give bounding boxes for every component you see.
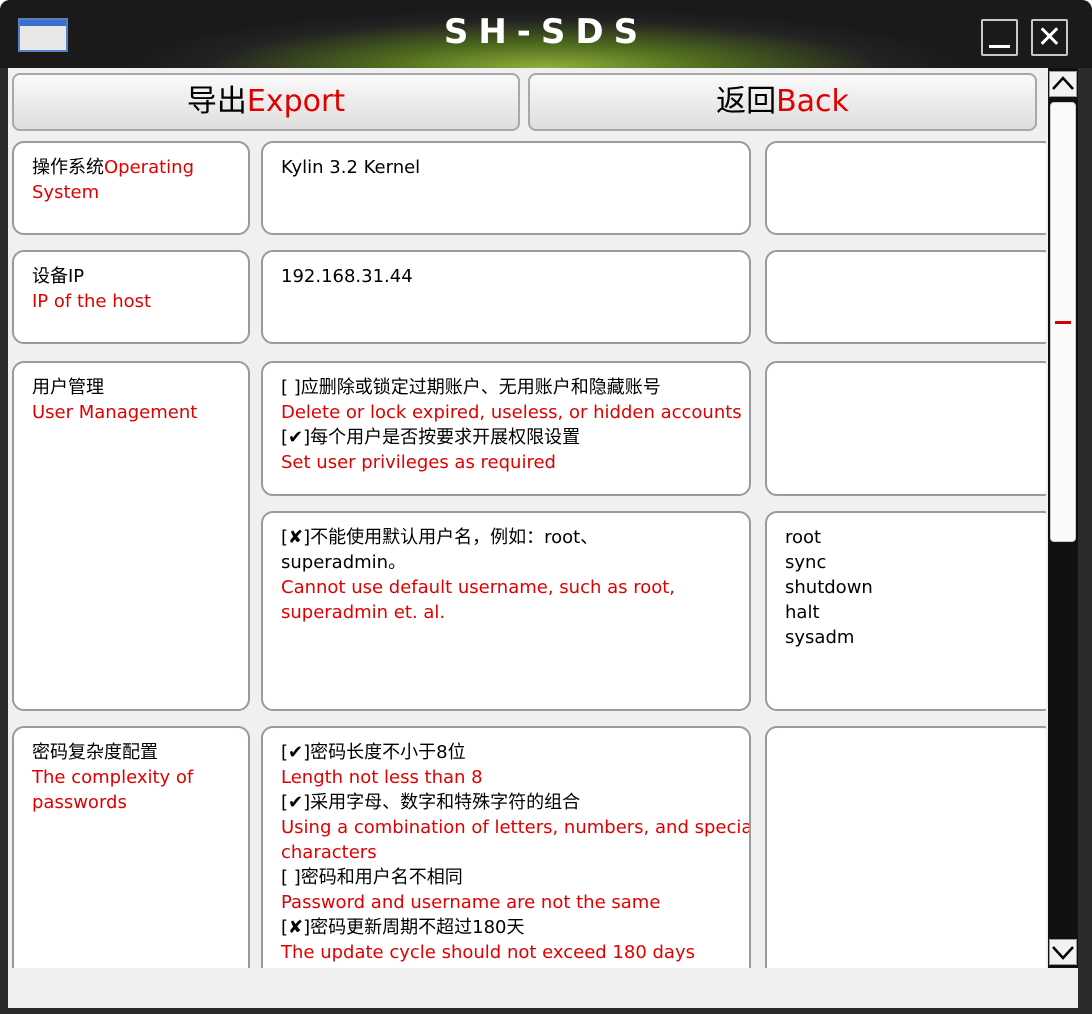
users-item2-cn[interactable]: [✔]每个用户是否按要求开展权限设置 bbox=[281, 425, 731, 450]
password-items-cell: [✔]密码长度不小于8位 Length not less than 8 [✔]采… bbox=[261, 726, 751, 968]
scroll-thumb[interactable] bbox=[1050, 102, 1076, 542]
users-items-cell: [ ]应删除或锁定过期账户、无用账户和隐藏账号 Delete or lock e… bbox=[261, 361, 751, 496]
default-user-list-cell: root sync shutdown halt sysadm bbox=[765, 511, 1046, 711]
back-label-en: Back bbox=[776, 84, 849, 119]
default-user-item: halt bbox=[785, 602, 820, 623]
password-item1-cn[interactable]: [✔]密码长度不小于8位 bbox=[281, 740, 731, 765]
scroll-content: 导出Export 返回Back 操作系统Operating System Kyl… bbox=[8, 68, 1046, 968]
close-button[interactable]: ✕ bbox=[1031, 19, 1068, 56]
ip-label-en: IP of the host bbox=[32, 291, 152, 312]
ip-value: 192.168.31.44 bbox=[281, 266, 413, 287]
back-button[interactable]: 返回Back bbox=[528, 73, 1037, 131]
password-label-cell: 密码复杂度配置 The complexity of passwords bbox=[12, 726, 250, 968]
password-item2-cn[interactable]: [✔]采用字母、数字和特殊字符的组合 bbox=[281, 790, 731, 815]
password-label-en-a: The complexity of bbox=[32, 767, 194, 788]
password-item3-cn[interactable]: [ ]密码和用户名不相同 bbox=[281, 865, 731, 890]
password-label-en-b: passwords bbox=[32, 792, 127, 813]
os-value-cell: Kylin 3.2 Kernel bbox=[261, 141, 751, 235]
window-title: SH-SDS bbox=[443, 12, 649, 52]
ip-label-cn: 设备IP bbox=[32, 266, 85, 287]
password-item4-cn[interactable]: [✘]密码更新周期不超过180天 bbox=[281, 915, 731, 940]
scroll-up-button[interactable] bbox=[1049, 71, 1077, 97]
password-item3-en: Password and username are not the same bbox=[281, 892, 661, 913]
export-button[interactable]: 导出Export bbox=[12, 73, 520, 131]
os-value: Kylin 3.2 Kernel bbox=[281, 157, 421, 178]
password-label-cn: 密码复杂度配置 bbox=[32, 742, 158, 763]
default-user-item: shutdown bbox=[785, 577, 873, 598]
ip-value-cell: 192.168.31.44 bbox=[261, 250, 751, 344]
export-label-cn: 导出 bbox=[186, 84, 247, 119]
os-label-cn: 操作系统 bbox=[32, 157, 104, 178]
default-user-item: sysadm bbox=[785, 627, 855, 648]
os-label-cell: 操作系统Operating System bbox=[12, 141, 250, 235]
chevron-down-icon bbox=[1052, 946, 1074, 960]
ip-note-cell bbox=[765, 250, 1046, 344]
close-icon: ✕ bbox=[1036, 20, 1063, 55]
password-item1-en: Length not less than 8 bbox=[281, 767, 483, 788]
password-item2-en-b: characters bbox=[281, 842, 377, 863]
default-user-cn-b: superadmin。 bbox=[281, 552, 407, 573]
chevron-up-icon bbox=[1052, 76, 1074, 90]
minimize-button[interactable] bbox=[981, 19, 1018, 56]
password-note-cell bbox=[765, 726, 1046, 968]
default-user-item: sync bbox=[785, 552, 827, 573]
ip-label-cell: 设备IP IP of the host bbox=[12, 250, 250, 344]
users-item1-en: Delete or lock expired, useless, or hidd… bbox=[281, 402, 742, 423]
minimize-icon bbox=[989, 45, 1010, 48]
default-user-cell: [✘]不能使用默认用户名，例如：root、 superadmin。 Cannot… bbox=[261, 511, 751, 711]
default-user-en-a: Cannot use default username, such as roo… bbox=[281, 577, 676, 598]
back-label-cn: 返回 bbox=[716, 84, 777, 119]
export-label-en: Export bbox=[246, 84, 346, 119]
scroll-thumb-grip bbox=[1055, 321, 1071, 324]
users-item2-en: Set user privileges as required bbox=[281, 452, 556, 473]
vertical-scrollbar[interactable] bbox=[1048, 68, 1078, 968]
os-note-cell bbox=[765, 141, 1046, 235]
password-item2-en-a: Using a combination of letters, numbers,… bbox=[281, 817, 751, 838]
users-label-en: User Management bbox=[32, 402, 198, 423]
default-user-item: root bbox=[785, 527, 822, 548]
users-label-cell: 用户管理 User Management bbox=[12, 361, 250, 711]
default-user-cn-a[interactable]: [✘]不能使用默认用户名，例如：root、 bbox=[281, 525, 731, 550]
default-user-en-b: superadmin et. al. bbox=[281, 602, 446, 623]
title-bar[interactable]: SH-SDS ✕ bbox=[0, 0, 1092, 68]
scroll-down-button[interactable] bbox=[1049, 939, 1077, 965]
app-window: SH-SDS ✕ 导出Export 返回Back 操作系统Operating S… bbox=[0, 0, 1092, 1014]
password-item4-en: The update cycle should not exceed 180 d… bbox=[281, 942, 695, 963]
client-area: 导出Export 返回Back 操作系统Operating System Kyl… bbox=[8, 68, 1078, 1008]
status-bar bbox=[8, 968, 1078, 1008]
users-item1-cn[interactable]: [ ]应删除或锁定过期账户、无用账户和隐藏账号 bbox=[281, 375, 731, 400]
users-note-cell bbox=[765, 361, 1046, 496]
users-label-cn: 用户管理 bbox=[32, 377, 104, 398]
